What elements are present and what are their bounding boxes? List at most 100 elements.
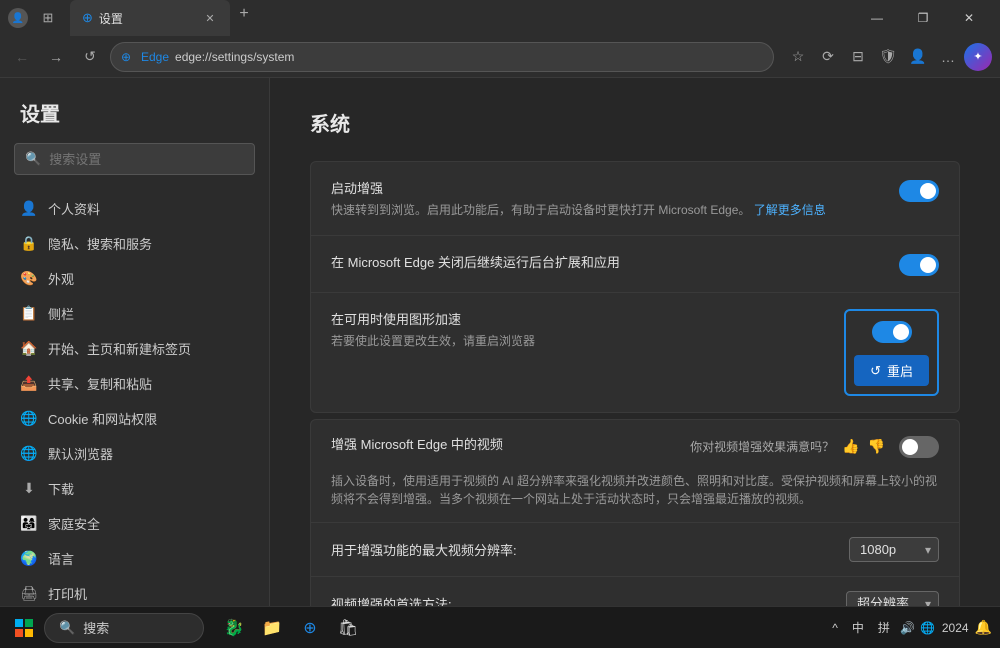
- video-title: 增强 Microsoft Edge 中的视频: [331, 434, 678, 453]
- taskbar: 🔍 搜索 🐉 📁 ⊕ 🛍 ^ 中 拼 🔊 🌐 2024 🔔: [0, 606, 1000, 648]
- max-res-select[interactable]: 720p 1080p 1440p 4K: [849, 537, 939, 562]
- collections-icon[interactable]: ⟳: [814, 43, 842, 71]
- restart-button[interactable]: ↺ 重启: [854, 355, 929, 386]
- sidebar-item-1[interactable]: 🔒隐私、搜索和服务: [0, 226, 269, 261]
- input-method-pin[interactable]: 拼: [874, 617, 894, 638]
- url-text: edge://settings/system: [175, 50, 294, 64]
- startup-boost-desc: 快速转到到浏览。启用此功能后，有助于启动设备时更快打开 Microsoft Ed…: [331, 201, 887, 219]
- taskbar-app-explorer[interactable]: 📁: [254, 610, 290, 646]
- sidebar-icon-2: 🎨: [20, 270, 38, 288]
- edge-logo-icon: ⊕: [121, 50, 131, 64]
- address-input-wrapper[interactable]: ⊕ Edge edge://settings/system: [110, 42, 774, 72]
- gpu-toggle[interactable]: [872, 321, 912, 343]
- main-layout: 设置 🔍 👤个人资料🔒隐私、搜索和服务 🎨 外观 📋 侧栏 🏠开始、主页和新建标签页📤共享…: [0, 78, 1000, 648]
- sidebar-item-7[interactable]: 🌐默认浏览器: [0, 436, 269, 471]
- minimize-button[interactable]: —: [854, 0, 900, 36]
- sidebar-icon-1: 🔒: [20, 235, 38, 253]
- tab-close-button[interactable]: ✕: [202, 10, 218, 26]
- sidebar-item-4[interactable]: 🏠开始、主页和新建标签页: [0, 331, 269, 366]
- learn-more-link[interactable]: 了解更多信息: [754, 203, 826, 217]
- maximize-button[interactable]: ❐: [900, 0, 946, 36]
- system-tray-expand[interactable]: ^: [828, 619, 842, 637]
- sidebar-item-2[interactable]: 🎨 外观: [0, 261, 269, 296]
- sidebar-item-9[interactable]: 👨‍👩‍👧家庭安全: [0, 506, 269, 541]
- split-screen-icon[interactable]: ⊟: [844, 43, 872, 71]
- star-icon[interactable]: ☆: [784, 43, 812, 71]
- taskbar-app-store[interactable]: 🛍: [330, 610, 366, 646]
- sidebar-icon-7: 🌐: [20, 445, 38, 463]
- profile-icon[interactable]: 👤: [904, 43, 932, 71]
- sidebar: 设置 🔍 👤个人资料🔒隐私、搜索和服务 🎨 外观 📋 侧栏 🏠开始、主页和新建标签页📤共享…: [0, 78, 270, 648]
- background-apps-toggle[interactable]: [899, 254, 939, 276]
- close-button[interactable]: ✕: [946, 0, 992, 36]
- sidebar-item-6[interactable]: 🌐Cookie 和网站权限: [0, 401, 269, 436]
- back-button[interactable]: ←: [8, 43, 36, 71]
- new-tab-button[interactable]: +: [230, 0, 258, 28]
- avatar[interactable]: 👤: [8, 8, 28, 28]
- more-tools-icon[interactable]: …: [934, 43, 962, 71]
- sidebar-icon-11: 🖨: [20, 585, 38, 603]
- sidebar-icon-10: 🌍: [20, 550, 38, 568]
- network-icon[interactable]: 🌐: [920, 620, 936, 636]
- video-title-wrap: 增强 Microsoft Edge 中的视频: [331, 434, 678, 453]
- forward-button[interactable]: →: [42, 43, 70, 71]
- taskbar-app-edge[interactable]: ⊕: [292, 610, 328, 646]
- settings-group-1: 启动增强 快速转到到浏览。启用此功能后，有助于启动设备时更快打开 Microso…: [310, 161, 960, 413]
- edge-icon: ⊕: [82, 10, 93, 26]
- taskbar-search[interactable]: 🔍 搜索: [44, 613, 204, 643]
- sidebar-icon-9: 👨‍👩‍👧: [20, 515, 38, 533]
- gpu-toggle-restart: ↺ 重启: [844, 309, 939, 396]
- taskbar-right: ^ 中 拼 🔊 🌐 2024 🔔: [828, 617, 992, 638]
- gpu-label: 在可用时使用图形加速: [331, 309, 832, 328]
- search-box[interactable]: 🔍: [14, 143, 255, 175]
- video-satisfaction: 你对视频增强效果满意吗？ 👍 👎: [690, 434, 939, 458]
- sidebar-icon-5: 📤: [20, 375, 38, 393]
- background-apps-label: 在 Microsoft Edge 关闭后继续运行后台扩展和应用: [331, 252, 887, 271]
- toolbar-icons: ☆ ⟳ ⊟ 🛡 👤 … ✦: [784, 43, 992, 71]
- video-desc: 插入设备时，使用适用于视频的 AI 超分辨率来强化视频并改进颜色、照明和对比度。…: [311, 472, 959, 522]
- tab-bar: ⊕ 设置 ✕ +: [70, 0, 846, 36]
- restart-box: ↺ 重启: [844, 309, 939, 396]
- sidebar-icon-3: 📋: [20, 305, 38, 323]
- notification-bell[interactable]: 🔔: [975, 619, 992, 636]
- restart-label: 重启: [887, 361, 913, 380]
- sidebar-label-3: 侧栏: [48, 304, 74, 323]
- taskbar-apps: 🐉 📁 ⊕ 🛍: [216, 610, 366, 646]
- sidebar-item-0[interactable]: 👤个人资料: [0, 191, 269, 226]
- title-bar: 👤 ⊞ ⊕ 设置 ✕ + — ❐ ✕: [0, 0, 1000, 36]
- max-res-label: 用于增强功能的最大视频分辨率:: [331, 540, 837, 559]
- sidebar-label-8: 下载: [48, 479, 74, 498]
- background-apps-info: 在 Microsoft Edge 关闭后继续运行后台扩展和应用: [331, 252, 887, 275]
- satisfaction-text: 你对视频增强效果满意吗？: [690, 438, 834, 455]
- browser-essentials-icon[interactable]: 🛡: [874, 43, 902, 71]
- sidebar-label-2: 外观: [48, 269, 74, 288]
- video-enhance-toggle[interactable]: [899, 436, 939, 458]
- window-controls: — ❐ ✕: [854, 0, 992, 36]
- sidebar-item-8[interactable]: ⬇下载: [0, 471, 269, 506]
- search-input[interactable]: [49, 152, 244, 167]
- extensions-icon[interactable]: ⊞: [34, 4, 62, 32]
- sidebar-item-10[interactable]: 🌍语言: [0, 541, 269, 576]
- sidebar-items: 👤个人资料🔒隐私、搜索和服务 🎨 外观 📋 侧栏 🏠开始、主页和新建标签页📤共享、复制和粘…: [0, 191, 269, 648]
- start-button[interactable]: [8, 612, 40, 644]
- sidebar-icon-4: 🏠: [20, 340, 38, 358]
- taskbar-app-widget[interactable]: 🐉: [216, 610, 252, 646]
- input-method-zh[interactable]: 中: [848, 617, 868, 638]
- speaker-icon[interactable]: 🔊: [900, 620, 916, 636]
- sidebar-item-3[interactable]: 📋 侧栏: [0, 296, 269, 331]
- startup-boost-toggle[interactable]: [899, 180, 939, 202]
- sidebar-title: 设置: [0, 98, 269, 143]
- thumbs-down-icon[interactable]: 👎: [868, 438, 885, 455]
- gpu-acceleration-row: 在可用时使用图形加速 若要使此设置更改生效，请重启浏览器 ↺ 重启: [311, 292, 959, 412]
- background-apps-row: 在 Microsoft Edge 关闭后继续运行后台扩展和应用: [311, 235, 959, 292]
- gpu-desc: 若要使此设置更改生效，请重启浏览器: [331, 332, 832, 350]
- sidebar-label-6: Cookie 和网站权限: [48, 409, 157, 428]
- copilot-button[interactable]: ✦: [964, 43, 992, 71]
- thumbs-up-icon[interactable]: 👍: [842, 438, 859, 455]
- taskbar-clock[interactable]: 2024: [942, 621, 969, 635]
- refresh-button[interactable]: ↺: [76, 43, 104, 71]
- sidebar-label-11: 打印机: [48, 584, 87, 603]
- sidebar-item-5[interactable]: 📤共享、复制和粘贴: [0, 366, 269, 401]
- settings-tab[interactable]: ⊕ 设置 ✕: [70, 0, 230, 36]
- taskbar-search-icon: 🔍: [59, 620, 75, 636]
